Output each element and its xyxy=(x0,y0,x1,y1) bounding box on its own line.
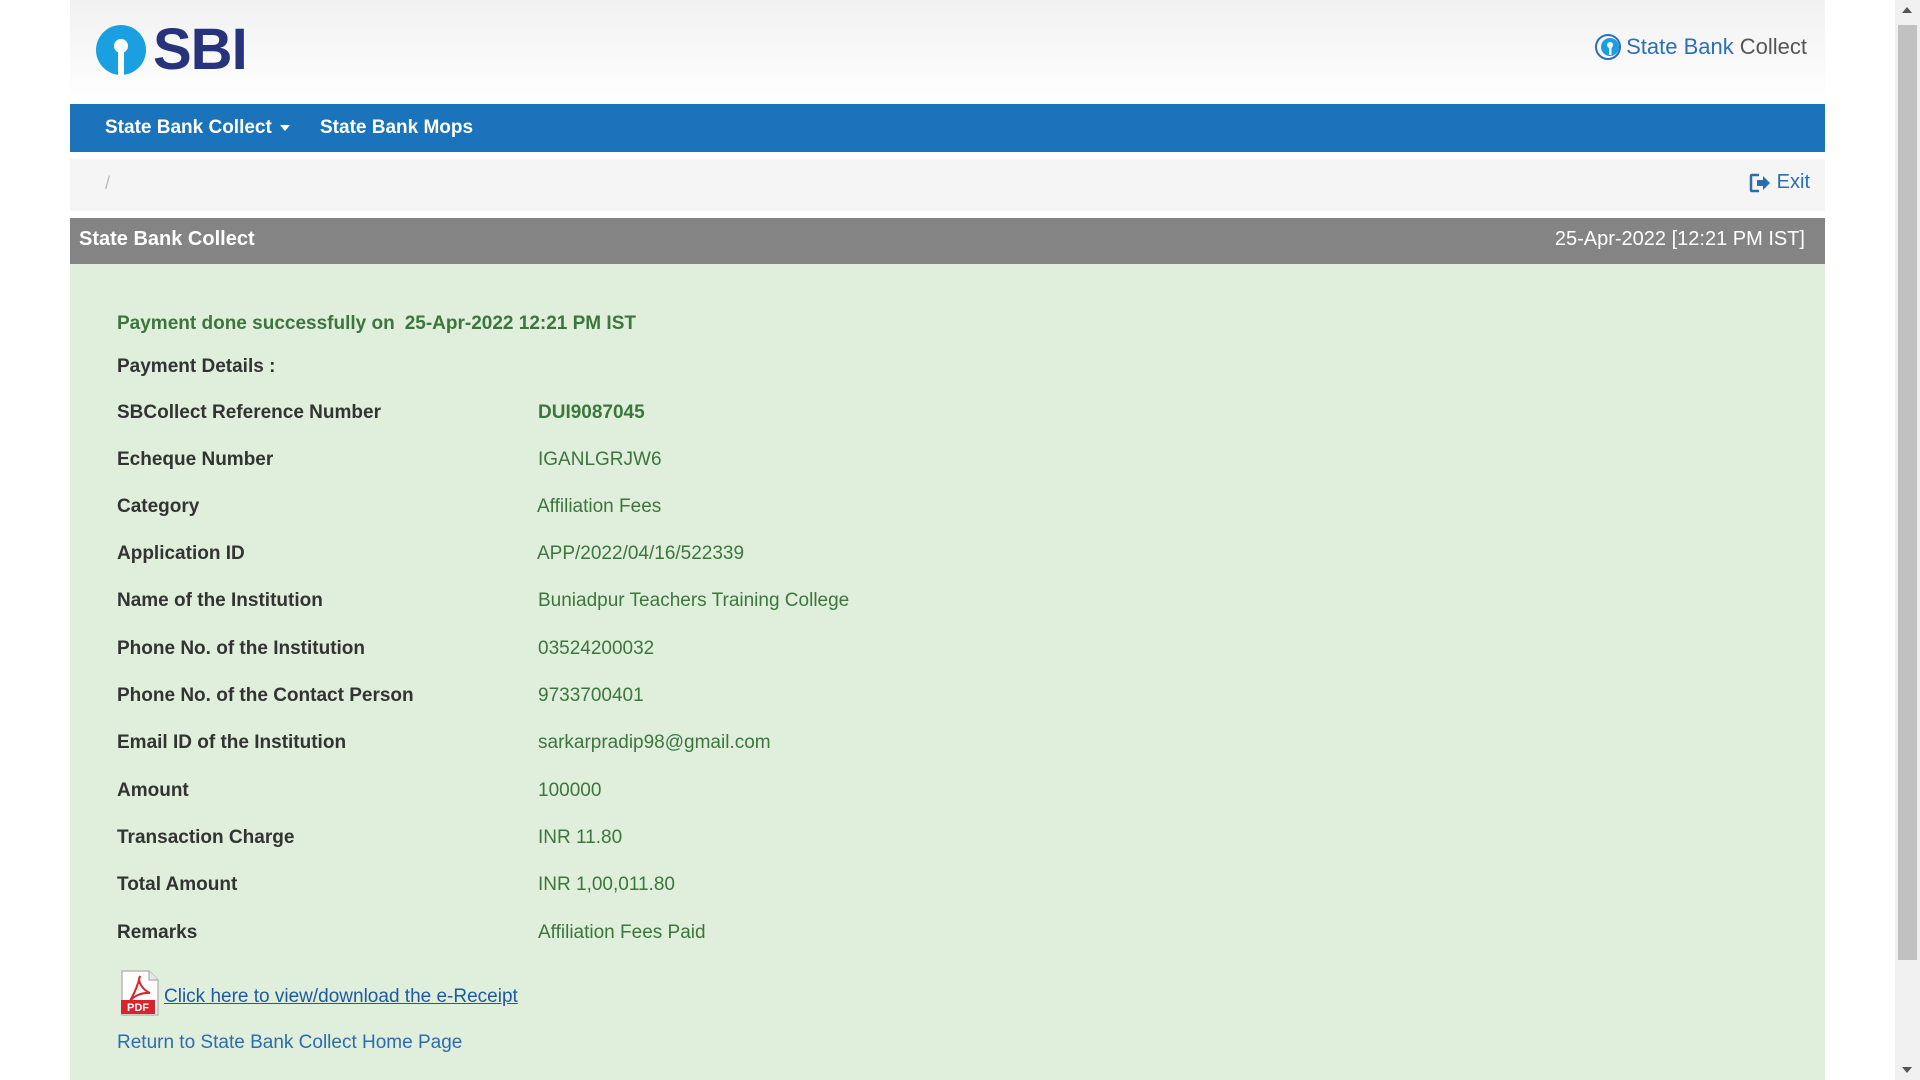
detail-value: INR 11.80 xyxy=(538,827,623,848)
status-datetime: 25-Apr-2022 12:21 PM IST xyxy=(404,313,636,334)
nav-state-bank-mops[interactable]: State Bank Mops xyxy=(320,104,473,152)
detail-label: Category xyxy=(117,496,200,517)
status-text: Payment done successfully on xyxy=(117,313,395,334)
detail-value: 9733700401 xyxy=(538,685,644,706)
e-receipt-link[interactable]: Click here to view/download the e-Receip… xyxy=(164,986,518,1008)
breadcrumb-separator: / xyxy=(105,173,111,193)
detail-label: Remarks xyxy=(117,922,198,943)
detail-label: Amount xyxy=(117,780,189,801)
detail-label: SBCollect Reference Number xyxy=(117,402,381,423)
exit-label: Exit xyxy=(1776,171,1810,193)
navbar: State Bank Collect State Bank Mops xyxy=(70,104,1825,152)
detail-label: Phone No. of the Institution xyxy=(117,638,366,659)
detail-label: Name of the Institution xyxy=(117,590,323,611)
detail-label: Application ID xyxy=(117,543,245,564)
sbi-logo: SBI xyxy=(95,17,248,82)
detail-value: Affiliation Fees xyxy=(537,496,662,517)
payment-success-panel: Payment done successfully on 25-Apr-2022 … xyxy=(70,264,1825,1080)
detail-value: DUI9087045 xyxy=(538,402,645,423)
detail-value: INR 1,00,011.80 xyxy=(538,874,675,895)
payment-details-heading: Payment Details : xyxy=(117,356,276,377)
breadcrumb: / Exit xyxy=(70,159,1825,211)
detail-value: 03524200032 xyxy=(538,638,655,659)
panel-datetime: 25-Apr-2022 [12:21 PM IST] xyxy=(1554,228,1805,250)
header: SBI State Bank Collect xyxy=(70,0,1825,104)
detail-value: 100000 xyxy=(538,780,602,801)
exit-button[interactable]: Exit xyxy=(1749,171,1810,194)
sbi-keyhole-icon xyxy=(96,25,146,76)
detail-value: sarkarpradip98@gmail.com xyxy=(538,732,771,753)
detail-label: Transaction Charge xyxy=(117,827,295,848)
detail-value: Affiliation Fees Paid xyxy=(538,922,706,943)
brand-collect: Collect xyxy=(1739,34,1807,59)
detail-value: Buniadpur Teachers Training College xyxy=(538,590,850,611)
detail-value: IGANLGRJW6 xyxy=(538,449,662,470)
nav-state-bank-mops-label: State Bank Mops xyxy=(320,117,474,138)
sign-out-icon xyxy=(1749,173,1770,192)
detail-value: APP/2022/04/16/522339 xyxy=(537,543,745,564)
return-home-link[interactable]: Return to State Bank Collect Home Page xyxy=(117,1032,462,1054)
payment-status-message: Payment done successfully on 25-Apr-2022 … xyxy=(117,313,636,335)
page: SBI State Bank Collect State Bank Collec… xyxy=(70,0,1825,1080)
nav-state-bank-collect[interactable]: State Bank Collect xyxy=(105,104,290,152)
collect-logo-icon xyxy=(1595,34,1622,60)
scroll-down-arrow-icon[interactable] xyxy=(1902,1067,1912,1073)
detail-label: Email ID of the Institution xyxy=(117,732,347,753)
sbi-logo-text: SBI xyxy=(153,17,248,82)
panel-heading: State Bank Collect 25-Apr-2022 [12:21 PM… xyxy=(70,218,1825,264)
scrollbar-thumb[interactable] xyxy=(1898,25,1917,960)
pdf-file-icon[interactable]: PDF xyxy=(120,970,160,1016)
brand-state-bank: State Bank xyxy=(1626,34,1734,59)
scroll-up-arrow-icon[interactable] xyxy=(1902,7,1912,13)
state-bank-collect-brand: State Bank Collect xyxy=(1594,33,1807,61)
detail-label: Echeque Number xyxy=(117,449,274,470)
detail-label: Total Amount xyxy=(117,874,238,895)
e-receipt-download: PDF Click here to view/download the e-Re… xyxy=(120,970,518,1016)
panel-title: State Bank Collect xyxy=(79,228,255,250)
pdf-icon-text: PDF xyxy=(127,1002,149,1014)
nav-state-bank-collect-label: State Bank Collect xyxy=(105,117,272,138)
vertical-scrollbar[interactable] xyxy=(1895,0,1920,1080)
detail-label: Phone No. of the Contact Person xyxy=(117,685,414,706)
caret-down-icon xyxy=(279,124,290,131)
